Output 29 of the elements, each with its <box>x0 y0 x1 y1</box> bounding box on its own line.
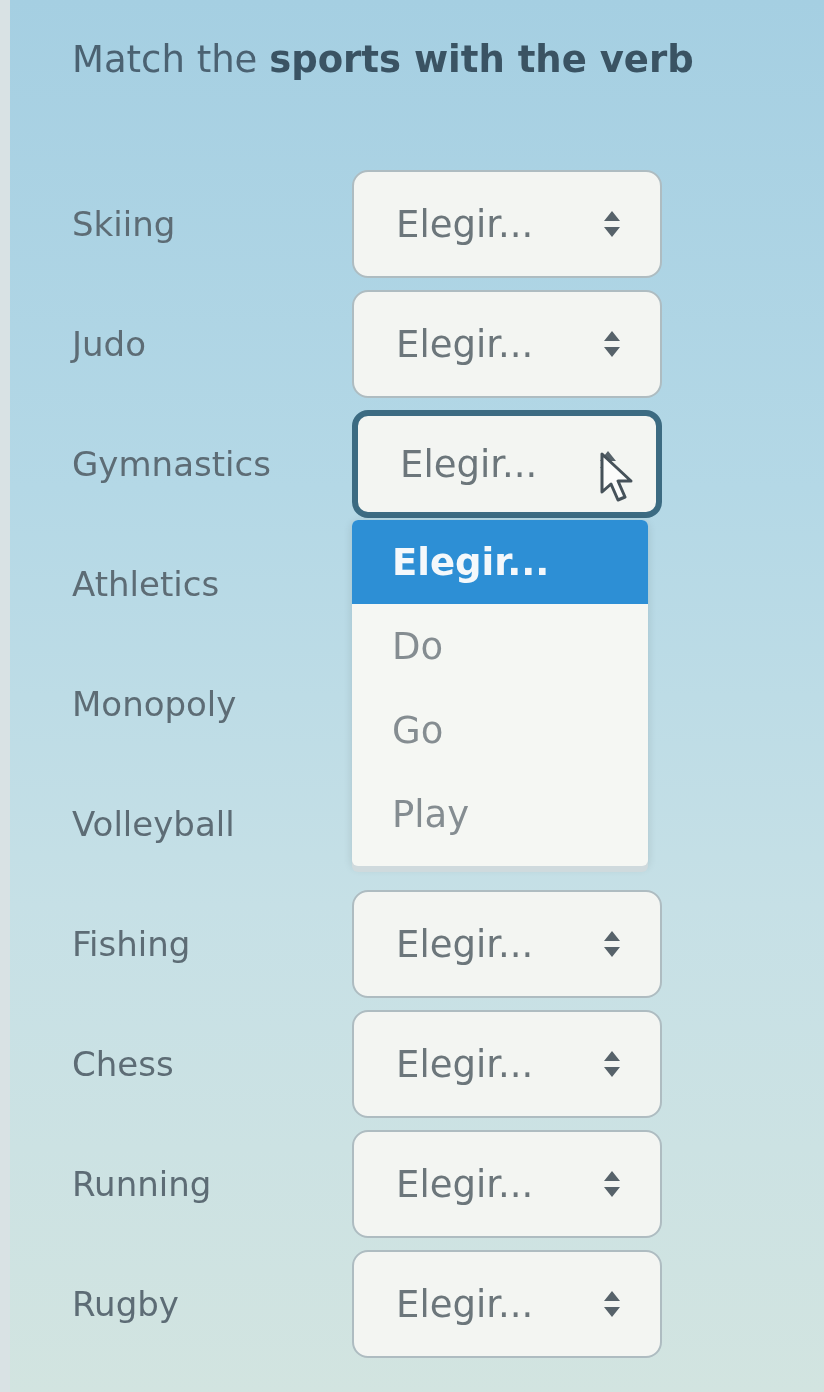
up-down-arrows-icon <box>604 1171 620 1197</box>
dropdown-option[interactable]: Play <box>352 772 648 856</box>
sport-label: Gymnastics <box>72 444 271 484</box>
sport-label: Athletics <box>72 564 220 604</box>
up-down-arrows-icon <box>604 211 620 237</box>
instruction-text: Match the sports with the verb <box>72 37 695 83</box>
dropdown-option[interactable]: Elegir... <box>352 520 648 604</box>
up-down-arrows-icon <box>604 1051 620 1077</box>
sport-label: Volleyball <box>72 804 235 844</box>
sport-label: Judo <box>72 324 146 364</box>
up-down-arrows-icon <box>604 1291 620 1317</box>
select-dropdown[interactable]: Elegir... <box>352 290 662 398</box>
up-down-arrows-icon <box>604 331 620 357</box>
sport-label: Rugby <box>72 1284 179 1324</box>
select-dropdown[interactable]: Elegir... <box>352 170 662 278</box>
sport-label: Running <box>72 1164 212 1204</box>
up-down-arrows-icon <box>604 931 620 957</box>
sport-label: Monopoly <box>72 684 237 724</box>
select-dropdown[interactable]: Elegir... <box>352 410 662 518</box>
sport-label: Skiing <box>72 204 176 244</box>
select-dropdown[interactable]: Elegir... <box>352 1250 662 1358</box>
dropdown-option[interactable]: Go <box>352 688 648 772</box>
select-dropdown[interactable]: Elegir... <box>352 890 662 998</box>
select-dropdown[interactable]: Elegir... <box>352 1130 662 1238</box>
dropdown-option[interactable]: Do <box>352 604 648 688</box>
mouse-pointer-icon <box>600 452 634 502</box>
sport-label: Chess <box>72 1044 174 1084</box>
sport-label: Fishing <box>72 924 191 964</box>
select-dropdown[interactable]: Elegir... <box>352 1010 662 1118</box>
